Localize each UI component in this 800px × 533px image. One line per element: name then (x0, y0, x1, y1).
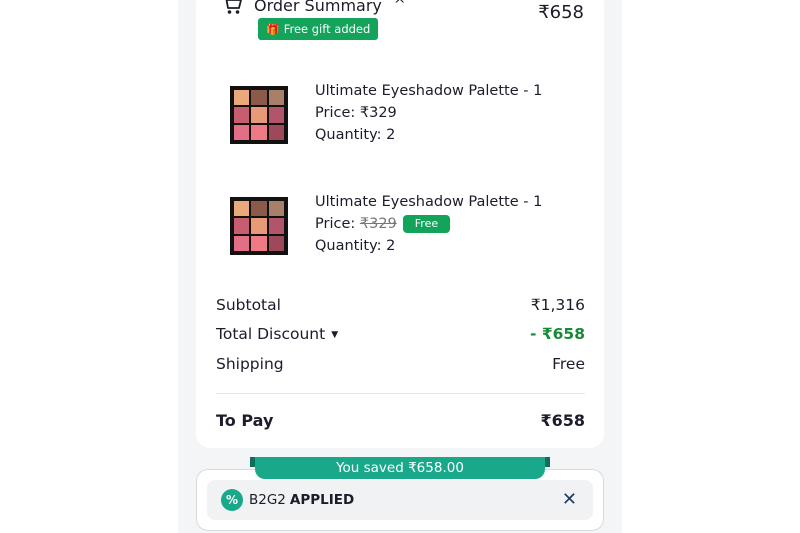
shipping-label: Shipping (216, 355, 284, 373)
product-quantity: Quantity: 2 (315, 127, 396, 143)
divider (216, 393, 585, 394)
to-pay-label: To Pay (216, 411, 274, 430)
to-pay-row: To Pay ₹658 (216, 411, 585, 430)
discount-row: Total Discount ▼ - ₹658 (216, 325, 585, 343)
order-summary-toggle[interactable]: Order Summary ^ (220, 0, 406, 16)
order-summary-total: ₹658 (538, 2, 584, 23)
subtotal-label: Subtotal (216, 296, 281, 314)
subtotal-value: ₹1,316 (530, 296, 585, 314)
product-name: Ultimate Eyeshadow Palette - 1 (315, 83, 543, 99)
caret-down-icon: ▼ (331, 330, 339, 340)
coupon-status: APPLIED (289, 492, 355, 508)
applied-coupon: % B2G2 APPLIED ✕ (207, 480, 593, 520)
discount-label: Total Discount (216, 325, 326, 343)
product-thumbnail (230, 197, 288, 255)
product-quantity: Quantity: 2 (315, 238, 396, 254)
product-price: Price: ₹329 Free (315, 213, 585, 235)
discount-value: - ₹658 (530, 325, 585, 343)
free-gift-label: Free gift added (283, 22, 371, 36)
subtotal-row: Subtotal ₹1,316 (216, 296, 585, 314)
product-name: Ultimate Eyeshadow Palette - 1 (315, 194, 543, 210)
shipping-row: Shipping Free (216, 355, 585, 373)
cart-icon (225, 0, 242, 14)
original-price: ₹329 (359, 216, 397, 232)
shipping-value: Free (552, 355, 585, 373)
percent-badge-icon: % (221, 489, 243, 511)
savings-ribbon: You saved ₹658.00 (255, 457, 545, 479)
order-summary-title: Order Summary (254, 0, 382, 15)
chevron-up-icon[interactable]: ^ (394, 0, 406, 13)
gift-icon: 🎁 (266, 22, 280, 36)
discount-toggle[interactable]: Total Discount ▼ (216, 325, 338, 343)
coupon-code: B2G2 (249, 492, 286, 508)
free-badge: Free (402, 215, 451, 233)
free-gift-badge: 🎁 Free gift added (258, 18, 379, 40)
product-price: Price: ₹329 (315, 105, 397, 121)
product-thumbnail (230, 86, 288, 144)
close-icon[interactable]: ✕ (562, 489, 577, 510)
to-pay-value: ₹658 (540, 411, 585, 430)
